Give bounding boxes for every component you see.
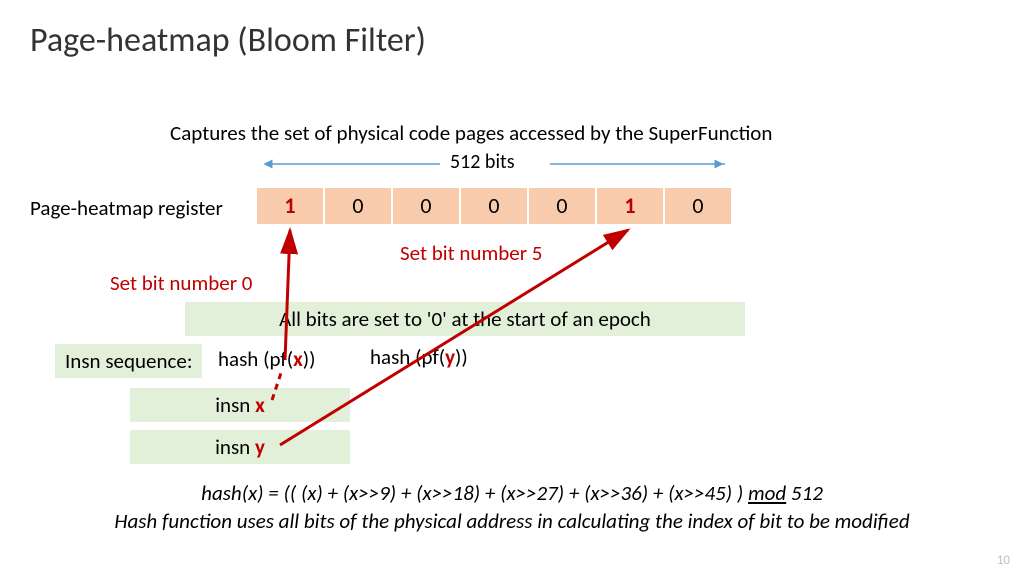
hash-formula: hash(x) = (( (x) + (x>>9) + (x>>18) + (x… xyxy=(0,480,1024,506)
hash-formula-note: Hash function uses all bits of the physi… xyxy=(0,508,1024,534)
page-number: 10 xyxy=(997,553,1010,568)
